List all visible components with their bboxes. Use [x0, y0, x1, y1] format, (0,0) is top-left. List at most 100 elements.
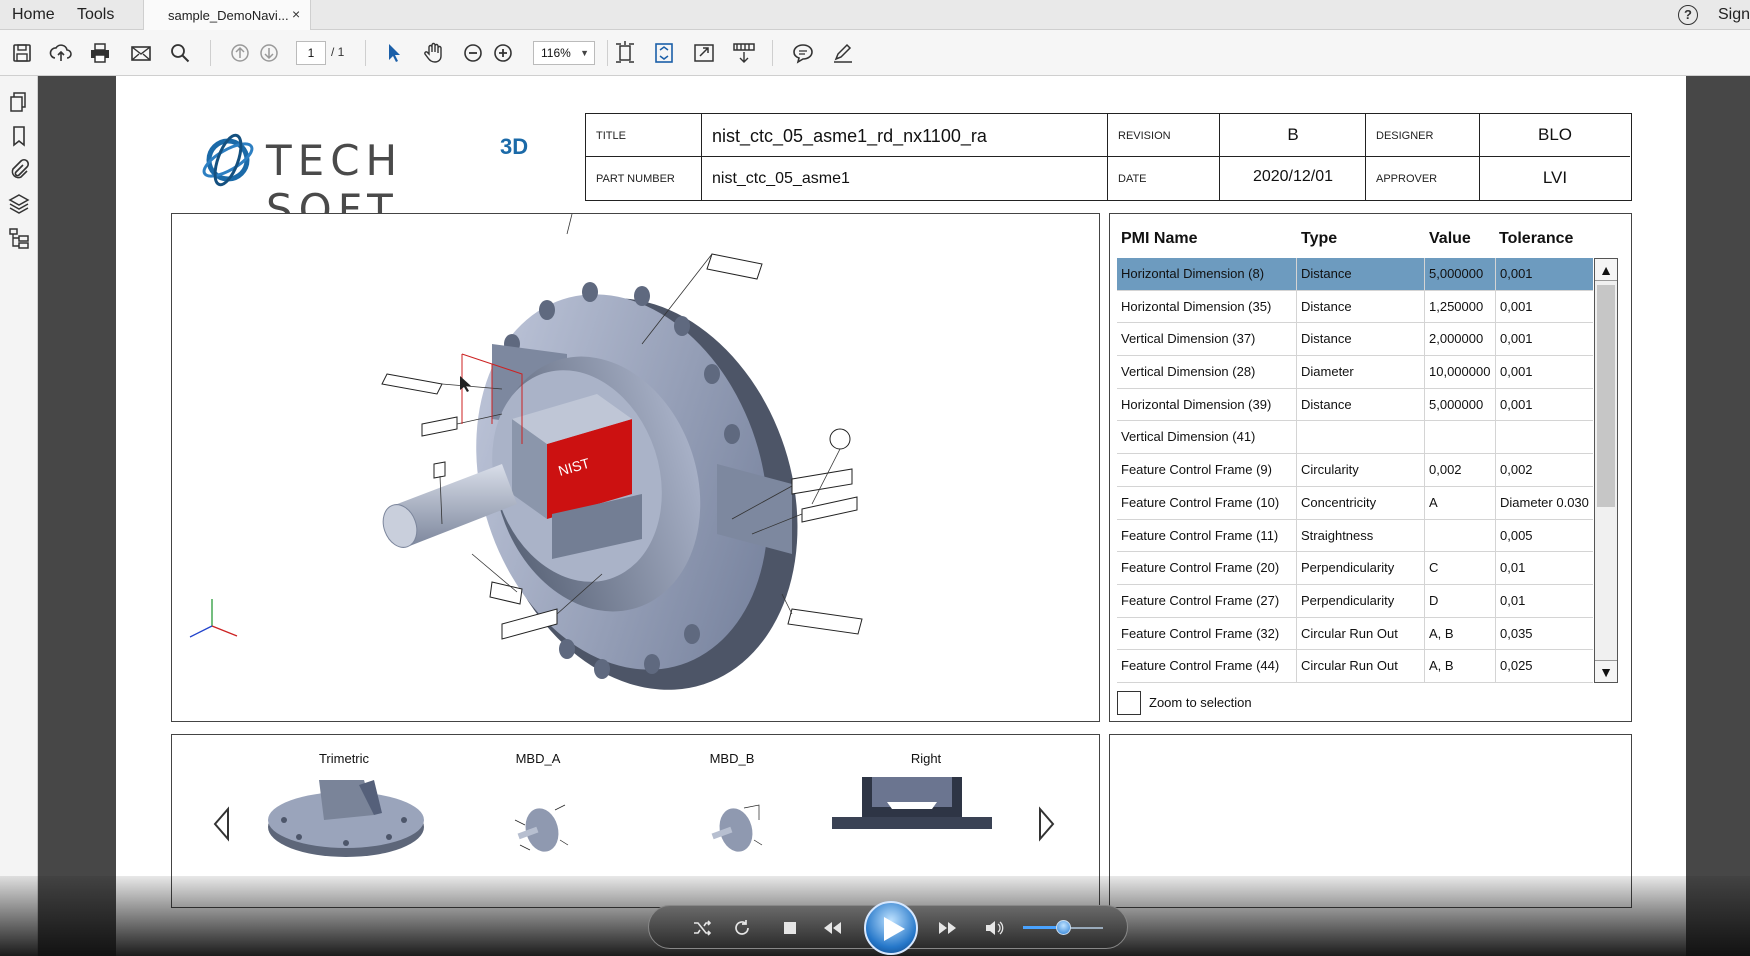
- pmi-tolerance-cell: 0,001: [1500, 331, 1533, 347]
- close-tab-icon[interactable]: ×: [292, 6, 300, 22]
- toolbar: 1 / 1 116% ▼: [0, 30, 1750, 76]
- volume-slider-knob[interactable]: [1056, 920, 1071, 935]
- menu-bar: Home Tools sample_DemoNavi... × ? Sign: [0, 0, 1750, 31]
- title-value-cell: nist_ctc_05_asme1_rd_nx1100_ra: [702, 114, 1108, 157]
- pmi-scrollbar[interactable]: ▲ ▼: [1594, 258, 1618, 683]
- menu-tools[interactable]: Tools: [77, 6, 114, 24]
- pmi-table-row[interactable]: Feature Control Frame (32) Circular Run O…: [1117, 617, 1593, 651]
- pmi-tolerance-cell: 0,002: [1500, 462, 1533, 478]
- pmi-table-row[interactable]: Vertical Dimension (37) Distance 2,000000 0…: [1117, 323, 1593, 357]
- attachment-icon[interactable]: [7, 158, 31, 182]
- 3d-part-model[interactable]: NIST: [172, 214, 1100, 722]
- pmi-table-row[interactable]: Feature Control Frame (20) Perpendiculari…: [1117, 552, 1593, 585]
- pmi-name-cell: Feature Control Frame (10): [1117, 486, 1297, 520]
- menu-home[interactable]: Home: [12, 6, 55, 24]
- shuffle-icon[interactable]: [691, 917, 713, 939]
- sign-pen-icon[interactable]: [830, 40, 856, 66]
- view-label-mbd-b: MBD_B: [709, 751, 755, 766]
- rewind-icon[interactable]: [821, 917, 843, 939]
- sign-in-link[interactable]: Sign: [1718, 6, 1750, 24]
- zoom-out-icon[interactable]: [460, 40, 486, 66]
- pmi-table: Horizontal Dimension (8) Distance 5,000000…: [1117, 258, 1593, 683]
- pmi-type-cell: Distance: [1297, 290, 1425, 324]
- scroll-mode-icon[interactable]: [651, 40, 677, 66]
- approver-value: LVI: [1542, 168, 1568, 187]
- comment-icon[interactable]: [790, 40, 816, 66]
- pmi-type-cell: Distance: [1297, 323, 1425, 357]
- pmi-header-type: Type: [1301, 230, 1338, 247]
- scroll-down-icon[interactable]: ▼: [1595, 660, 1617, 682]
- pmi-table-row[interactable]: Vertical Dimension (41): [1117, 421, 1593, 455]
- pmi-table-row[interactable]: Vertical Dimension (28) Diameter 10,000000…: [1117, 356, 1593, 389]
- pmi-table-row[interactable]: Horizontal Dimension (39) Distance 5,00000…: [1117, 388, 1593, 422]
- repeat-icon[interactable]: [731, 917, 753, 939]
- page-gutter-right: [1686, 76, 1750, 956]
- fit-page-icon[interactable]: [612, 40, 638, 66]
- view-thumb-mbd-a[interactable]: [510, 800, 570, 860]
- save-icon[interactable]: [9, 40, 35, 66]
- pmi-table-row[interactable]: Feature Control Frame (9) Circularity 0,00…: [1117, 454, 1593, 487]
- model-tree-icon[interactable]: [7, 226, 31, 250]
- stop-icon[interactable]: [779, 917, 801, 939]
- document-tab[interactable]: sample_DemoNavi... ×: [143, 0, 311, 31]
- print-icon[interactable]: [87, 40, 113, 66]
- help-icon[interactable]: ?: [1678, 5, 1698, 25]
- fullscreen-icon[interactable]: [691, 40, 717, 66]
- view-thumb-mbd-b[interactable]: [704, 800, 764, 860]
- pmi-name-cell: Feature Control Frame (44): [1117, 650, 1297, 683]
- revision-value: B: [1287, 125, 1299, 144]
- title-block: TITLE nist_ctc_05_asme1_rd_nx1100_ra REV…: [585, 113, 1632, 201]
- part-number-label: PART NUMBER: [596, 173, 675, 185]
- export-icon[interactable]: [731, 40, 757, 66]
- pmi-table-row[interactable]: Feature Control Frame (44) Circular Run O…: [1117, 650, 1593, 683]
- scroll-up-icon[interactable]: ▲: [1595, 259, 1617, 281]
- previous-view-icon[interactable]: [210, 805, 234, 843]
- scrollbar-thumb[interactable]: [1597, 285, 1615, 507]
- pmi-tolerance-cell: 0,01: [1500, 592, 1526, 608]
- pmi-tolerance-cell: 0,025: [1500, 658, 1533, 674]
- pmi-value-cell: 10,000000: [1425, 356, 1496, 389]
- pmi-tolerance-cell: 0,001: [1500, 364, 1533, 380]
- pmi-table-row[interactable]: Horizontal Dimension (8) Distance 5,000000…: [1117, 258, 1593, 291]
- next-view-icon[interactable]: [1034, 805, 1058, 843]
- page-number-input[interactable]: 1: [296, 41, 326, 65]
- part-number-value-cell: nist_ctc_05_asme1: [702, 157, 1108, 200]
- volume-icon[interactable]: [983, 917, 1005, 939]
- pmi-table-row[interactable]: Feature Control Frame (10) Concentricity A…: [1117, 486, 1593, 520]
- pmi-table-row[interactable]: Feature Control Frame (27) Perpendiculari…: [1117, 584, 1593, 618]
- pmi-value-cell: C: [1425, 552, 1496, 585]
- play-button[interactable]: [864, 901, 918, 955]
- axis-triad-icon: [189, 599, 238, 638]
- pmi-type-cell: Circular Run Out: [1297, 650, 1425, 683]
- zoom-in-icon[interactable]: [490, 40, 516, 66]
- select-arrow-icon[interactable]: [381, 40, 407, 66]
- pmi-tolerance-cell: 0,001: [1500, 266, 1533, 281]
- search-icon[interactable]: [167, 40, 193, 66]
- page-gutter-left: [38, 76, 116, 956]
- zoom-to-selection-checkbox[interactable]: [1117, 691, 1141, 715]
- logo-globe-icon: [202, 133, 254, 187]
- view-thumb-trimetric[interactable]: [264, 775, 429, 865]
- fast-forward-icon[interactable]: [937, 917, 959, 939]
- upload-icon[interactable]: [48, 40, 74, 66]
- email-icon[interactable]: [128, 40, 154, 66]
- pmi-table-row[interactable]: Horizontal Dimension (35) Distance 1,25000…: [1117, 290, 1593, 324]
- page-down-icon[interactable]: [256, 40, 282, 66]
- pmi-name-cell: Vertical Dimension (28): [1117, 356, 1297, 389]
- designer-value-cell: BLO: [1480, 114, 1630, 157]
- view-thumb-right[interactable]: [832, 777, 992, 832]
- bookmark-icon[interactable]: [7, 124, 31, 148]
- hand-icon[interactable]: [421, 40, 447, 66]
- view-label-right: Right: [910, 751, 942, 766]
- revision-label-cell: REVISION: [1108, 114, 1220, 157]
- date-value: 2020/12/01: [1252, 168, 1334, 185]
- pages-icon[interactable]: [7, 90, 31, 114]
- pmi-type-cell: Diameter: [1297, 356, 1425, 389]
- zoom-level-value: 116%: [541, 46, 571, 60]
- layers-icon[interactable]: [7, 192, 31, 216]
- pmi-panel: PMI Name Type Value Tolerance Horizontal…: [1109, 213, 1632, 722]
- page-up-icon[interactable]: [227, 40, 253, 66]
- zoom-level-select[interactable]: 116% ▼: [533, 41, 595, 65]
- 3d-viewport[interactable]: NIST: [171, 213, 1100, 722]
- pmi-table-row[interactable]: Feature Control Frame (11) Straightness 0,…: [1117, 519, 1593, 553]
